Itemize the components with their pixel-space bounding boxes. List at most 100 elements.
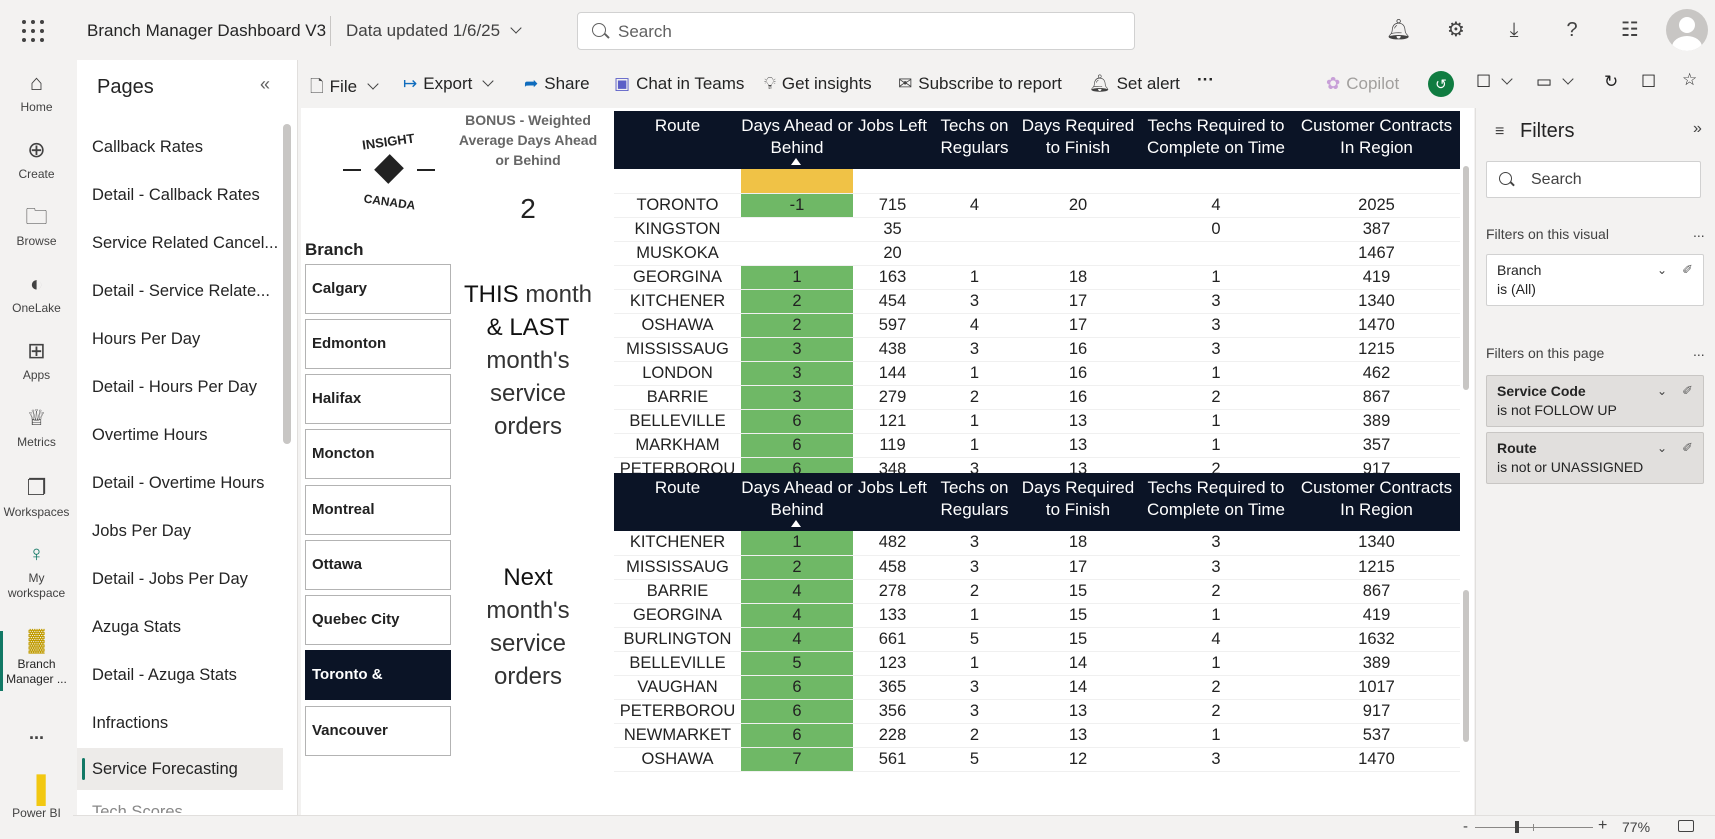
eraser-icon[interactable]: ✐ (1682, 381, 1693, 400)
filter-card-service-code[interactable]: Service Code is not FOLLOW UP ⌄ ✐ (1486, 375, 1704, 427)
nav-branch-manager[interactable]: ▓ Branch Manager ... (0, 627, 73, 691)
set-alert-button[interactable]: 🔔︎ Set alert (1089, 74, 1180, 94)
filter-card-route[interactable]: Route is not or UNASSIGNED ⌄ ✐ (1486, 432, 1704, 484)
nav-workspaces[interactable]: ❐ Workspaces (0, 475, 73, 519)
zoom-out-button[interactable]: - (1463, 818, 1468, 835)
notifications-bell-icon[interactable]: 🔔︎ (1386, 18, 1411, 42)
page-item[interactable]: Overtime Hours (77, 414, 283, 456)
column-header[interactable]: Techs Required to Complete on Time (1139, 473, 1293, 531)
feedback-icon[interactable]: ☷ (1618, 18, 1642, 42)
branch-slicer-item[interactable]: Vancouver (305, 706, 451, 756)
download-icon[interactable]: ⤓ (1502, 18, 1526, 42)
page-item[interactable]: Detail - Overtime Hours (77, 462, 283, 504)
page-item[interactable]: Detail - Hours Per Day (77, 366, 283, 408)
nav-home[interactable]: ⌂ Home (0, 70, 73, 114)
file-menu[interactable]: 🗋︎ File (310, 74, 379, 103)
page-item[interactable]: Infractions (77, 702, 283, 744)
column-header[interactable]: Customer Contracts In Region (1293, 111, 1460, 169)
page-item[interactable]: Service Related Cancel... (77, 222, 283, 264)
column-header[interactable]: Techs on Regulars (932, 473, 1017, 531)
powerbi-logo[interactable]: ▐ Power BI (0, 776, 73, 820)
pages-scrollbar[interactable] (283, 124, 291, 444)
collapse-filters-icon[interactable]: » (1693, 120, 1702, 138)
column-header[interactable]: Jobs Left (853, 111, 932, 169)
filter-card-branch[interactable]: Branch is (All) ⌄ ✐ (1486, 254, 1704, 306)
nav-create-label: Create (18, 167, 55, 181)
share-button[interactable]: ➦ Share (524, 74, 590, 94)
page-item[interactable]: Detail - Jobs Per Day (77, 558, 283, 600)
page-item[interactable]: Hours Per Day (77, 318, 283, 360)
settings-gear-icon[interactable]: ⚙︎ (1444, 18, 1468, 42)
nav-apps[interactable]: ⊞ Apps (0, 338, 73, 382)
bookmark-icon[interactable]: ☐ (1476, 72, 1513, 92)
more-options-icon[interactable]: ... (1693, 224, 1705, 240)
filters-search-input[interactable]: Search (1486, 161, 1701, 198)
column-header[interactable]: Route (614, 111, 741, 169)
reset-icon[interactable]: ↺ (1428, 71, 1454, 97)
page-item[interactable]: Detail - Callback Rates (77, 174, 283, 216)
table-scrollbar[interactable] (1463, 590, 1469, 742)
chevron-down-icon[interactable]: ⌄ (1657, 261, 1667, 280)
column-header[interactable]: Route (614, 473, 741, 531)
column-header[interactable]: Days Required to Finish (1017, 111, 1139, 169)
column-header[interactable]: Days Ahead or Behind (741, 473, 853, 531)
view-icon[interactable]: ▭ (1536, 72, 1574, 92)
nav-metrics[interactable]: ♕ Metrics (0, 405, 73, 449)
nav-browse[interactable]: 🗀︎ Browse (0, 204, 73, 248)
eraser-icon[interactable]: ✐ (1682, 260, 1693, 279)
page-item[interactable]: Detail - Service Relate... (77, 270, 283, 312)
page-item[interactable]: Azuga Stats (77, 606, 283, 648)
more-options-icon[interactable]: ... (1693, 343, 1705, 359)
refresh-icon[interactable]: ↻ (1604, 72, 1618, 92)
branch-slicer-item-selected[interactable]: Toronto & Hamilton (305, 650, 451, 731)
route-cell: BARRIE (614, 385, 741, 410)
branch-slicer-item[interactable]: Halifax (305, 374, 451, 424)
fit-to-page-icon[interactable] (1678, 820, 1694, 832)
zoom-slider[interactable] (1475, 827, 1593, 828)
page-item[interactable]: Jobs Per Day (77, 510, 283, 552)
chevron-down-icon[interactable]: ⌄ (1657, 439, 1667, 458)
table-row: KITCHENER 2 454 3 17 3 1340 (614, 289, 1460, 314)
page-item[interactable]: Callback Rates (77, 126, 283, 168)
favorite-star-icon[interactable]: ☆ (1682, 70, 1697, 90)
page-item-active[interactable]: Service Forecasting (77, 748, 283, 790)
global-search-input[interactable]: Search (577, 12, 1135, 50)
page-item[interactable]: Detail - Azuga Stats (77, 654, 283, 696)
zoom-slider-thumb[interactable] (1515, 821, 1519, 833)
column-header[interactable]: Techs Required to Complete on Time (1139, 111, 1293, 169)
branch-slicer-item[interactable]: Ottawa (305, 540, 451, 590)
nav-onelake[interactable]: ◐ OneLake (0, 271, 73, 315)
column-header[interactable]: Jobs Left (853, 473, 932, 531)
nav-more-icon[interactable]: ... (0, 723, 73, 744)
page-item[interactable]: Tech Scores (77, 796, 283, 813)
help-icon[interactable]: ? (1560, 18, 1584, 42)
branch-slicer-item[interactable]: Moncton (305, 429, 451, 479)
chevron-down-icon[interactable]: ⌄ (1657, 382, 1667, 401)
branch-slicer-item[interactable]: Calgary (305, 264, 451, 314)
copilot-button[interactable]: ✿ Copilot (1326, 74, 1399, 94)
branch-slicer-item[interactable]: Quebec City (305, 595, 451, 645)
subscribe-button[interactable]: ✉ Subscribe to report (898, 74, 1062, 94)
get-insights-button[interactable]: 💡︎ Get insights (764, 74, 872, 94)
column-header[interactable]: Customer Contracts In Region (1293, 473, 1460, 531)
column-header[interactable]: Days Ahead or Behind (741, 111, 853, 169)
user-avatar[interactable] (1666, 9, 1708, 51)
nav-my-workspace[interactable]: ♀ My workspace (0, 541, 73, 601)
more-options-icon[interactable]: ··· (1197, 70, 1214, 90)
chat-in-teams-button[interactable]: ▣ Chat in Teams (614, 74, 744, 94)
data-updated-dropdown[interactable]: Data updated 1/6/25 (346, 21, 522, 41)
app-launcher-icon[interactable] (22, 20, 44, 42)
eraser-icon[interactable]: ✐ (1682, 438, 1693, 457)
column-header[interactable]: Days Required to Finish (1017, 473, 1139, 531)
branch-slicer-item[interactable]: Edmonton (305, 319, 451, 369)
zoom-in-button[interactable]: + (1598, 817, 1607, 835)
report-title[interactable]: Branch Manager Dashboard V3 (87, 21, 326, 41)
export-menu[interactable]: ↦ Export (403, 74, 495, 94)
branch-slicer-item[interactable]: Montreal (305, 485, 451, 535)
comment-icon[interactable]: ☐ (1641, 72, 1656, 92)
collapse-pages-icon[interactable]: « (260, 74, 270, 95)
chevron-down-icon (482, 75, 495, 87)
table-scrollbar[interactable] (1463, 166, 1469, 390)
nav-create[interactable]: ⊕ Create (0, 137, 73, 181)
column-header[interactable]: Techs on Regulars (932, 111, 1017, 169)
